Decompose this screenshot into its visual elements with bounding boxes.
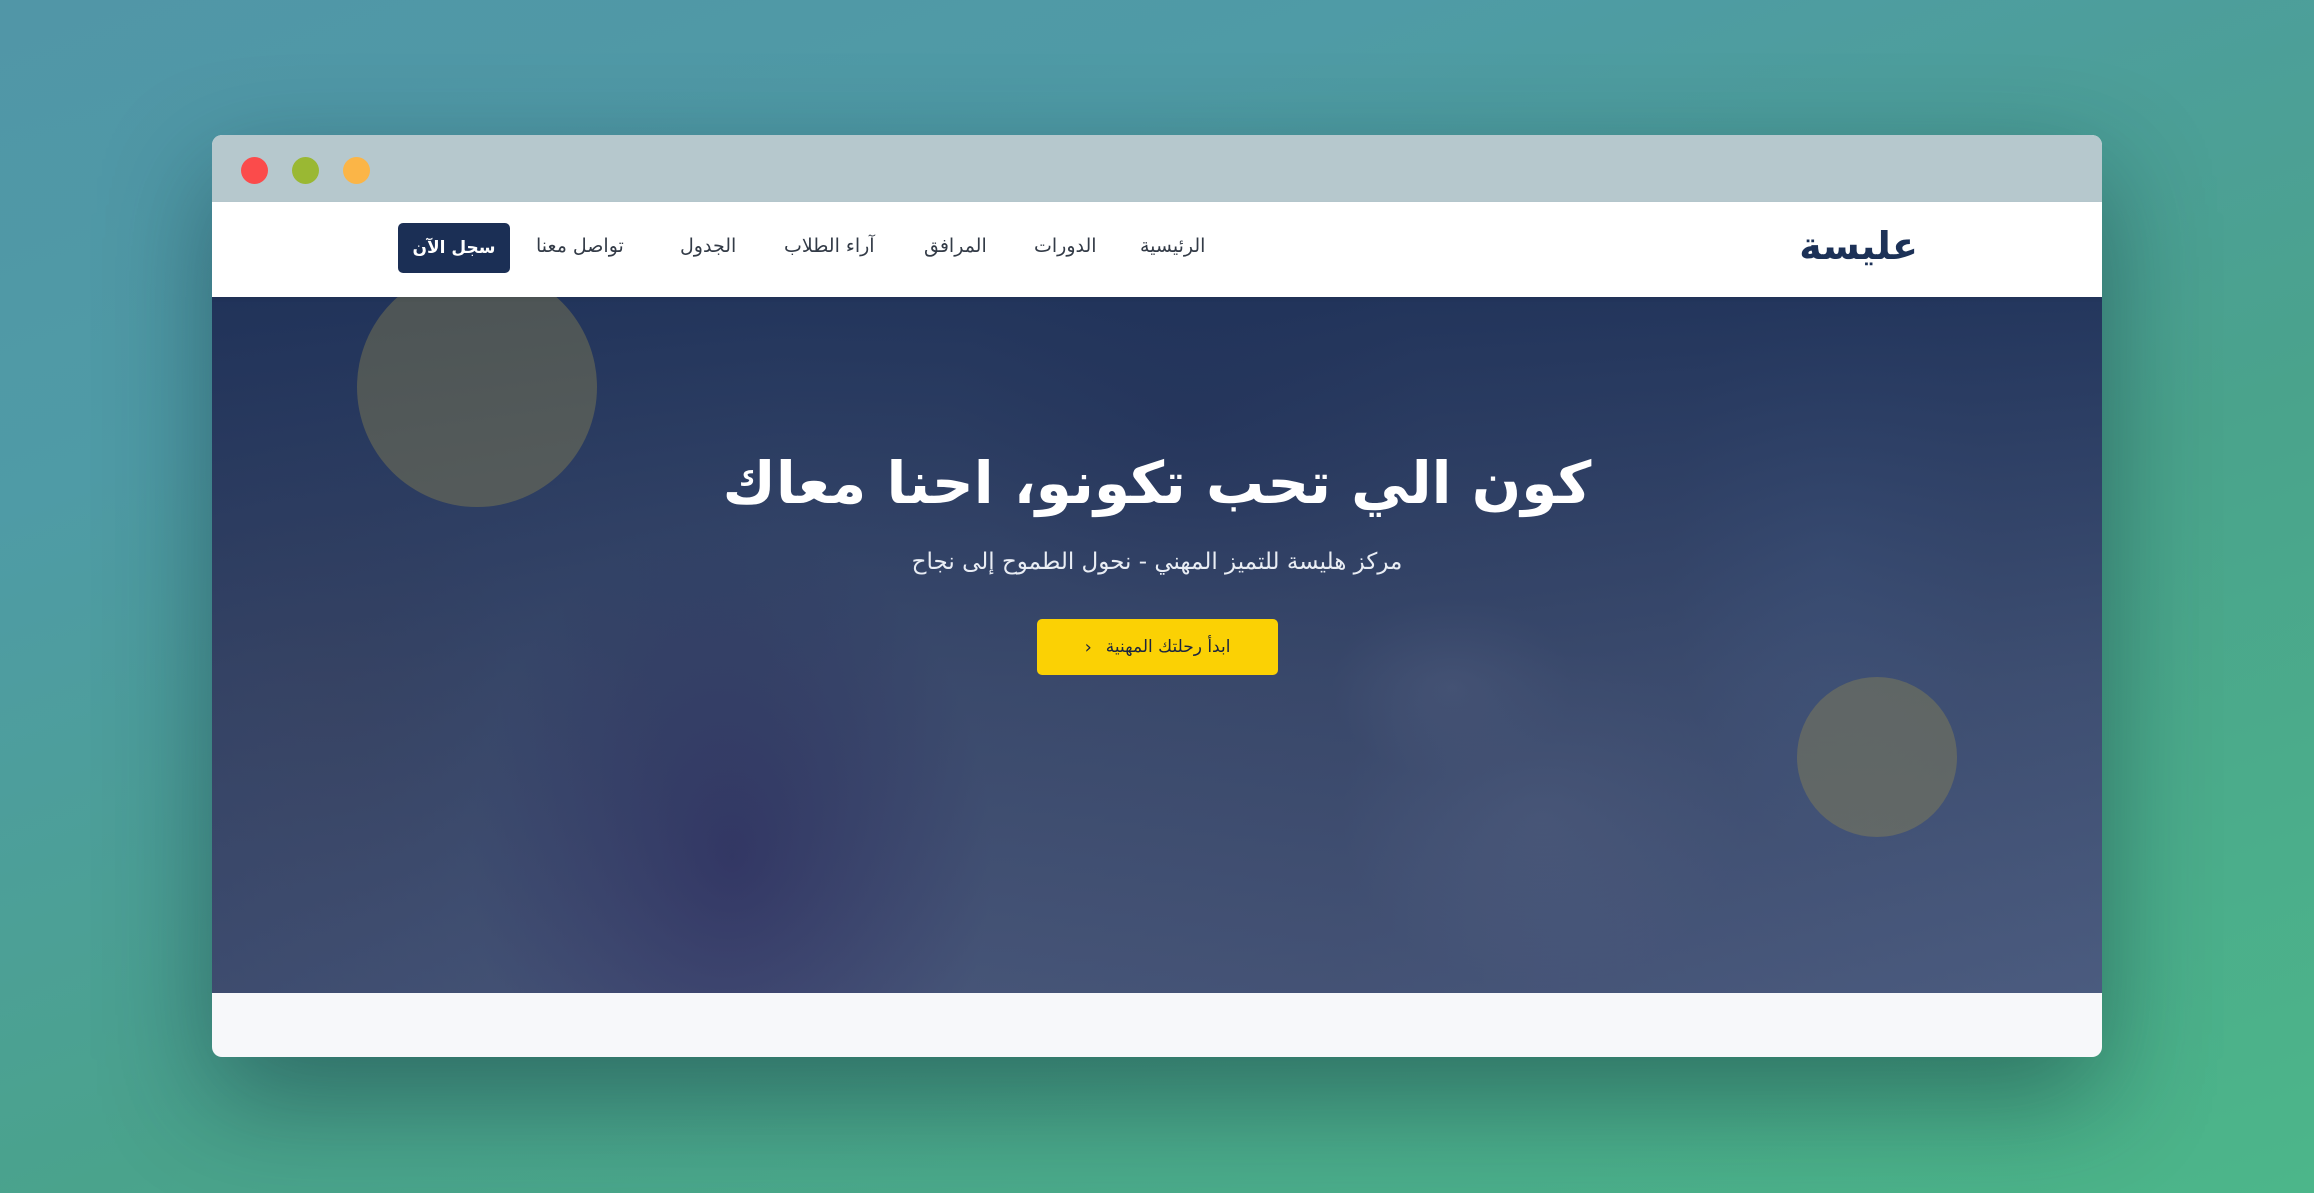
chevron-left-icon: ‹	[1084, 636, 1092, 658]
nav-link-student-reviews[interactable]: آراء الطلاب	[784, 235, 875, 257]
decorative-circle	[1797, 677, 1957, 837]
start-journey-label: ابدأ رحلتك المهنية	[1105, 637, 1231, 657]
register-now-button[interactable]: سجل الآن	[398, 223, 510, 273]
nav-link-courses[interactable]: الدورات	[1034, 235, 1097, 257]
maximize-window-dot[interactable]	[292, 157, 319, 184]
browser-window: عليسة الرئيسية الدورات المرافق آراء الطل…	[212, 135, 2102, 1057]
close-window-dot[interactable]	[241, 157, 268, 184]
top-navbar: عليسة الرئيسية الدورات المرافق آراء الطل…	[212, 202, 2102, 297]
hero-section: كون الي تحب تكونو، احنا معاك مركز هليسة …	[212, 297, 2102, 993]
minimize-window-dot[interactable]	[343, 157, 370, 184]
hero-subtitle: مركز هليسة للتميز المهني - نحول الطموح إ…	[911, 549, 1403, 575]
nav-link-contact[interactable]: تواصل معنا	[536, 235, 624, 257]
nav-link-home[interactable]: الرئيسية	[1140, 235, 1205, 257]
site-logo[interactable]: عليسة	[1799, 224, 1918, 268]
window-titlebar	[212, 135, 2102, 202]
start-journey-button[interactable]: ابدأ رحلتك المهنية ‹	[1037, 619, 1278, 675]
nav-link-facilities[interactable]: المرافق	[924, 235, 987, 257]
nav-link-schedule[interactable]: الجدول	[680, 235, 736, 257]
hero-headline: كون الي تحب تكونو، احنا معاك	[722, 449, 1592, 517]
